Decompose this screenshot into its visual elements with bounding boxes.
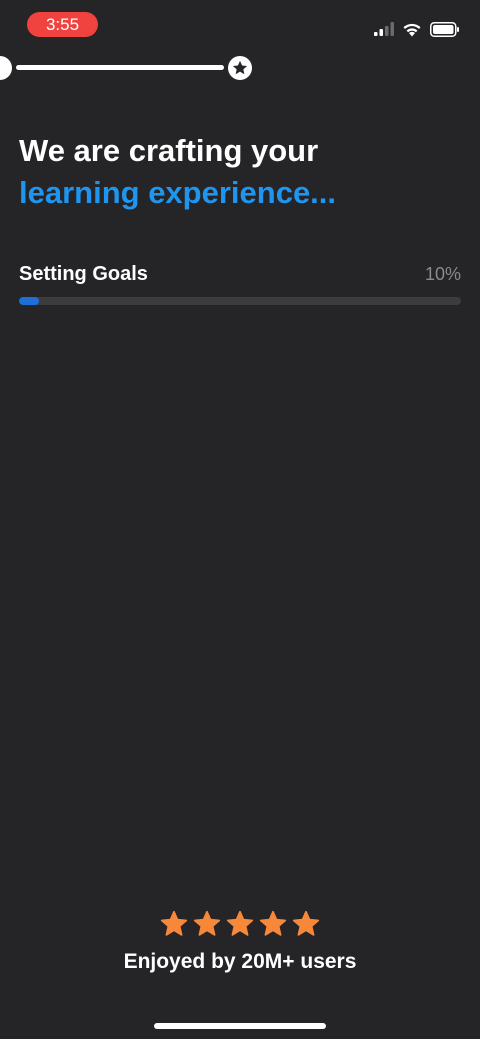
rating-text: Enjoyed by 20M+ users (123, 950, 357, 973)
track-line (16, 65, 224, 70)
star-icon (193, 910, 221, 936)
task-progress-bar (19, 297, 461, 305)
title-line-2-highlight: learning experience... (19, 175, 337, 210)
task-label: Setting Goals (19, 262, 148, 285)
onboarding-screen: 3:55 We are crafting your learning exper… (0, 0, 480, 1039)
status-icons (374, 20, 460, 38)
track-start-marker (0, 56, 12, 80)
star-icon (226, 910, 254, 936)
wifi-icon (403, 23, 421, 36)
star-icon (160, 910, 188, 936)
task-progress-fill (19, 297, 39, 305)
home-indicator[interactable] (154, 1023, 326, 1029)
title-line-1: We are crafting your (19, 133, 319, 168)
task-percent: 10% (424, 263, 461, 284)
cellular-signal-icon (374, 22, 394, 36)
rating-section: Enjoyed by 20M+ users (0, 910, 480, 974)
rating-stars (0, 910, 480, 940)
status-time: 3:55 (27, 12, 98, 37)
battery-icon (430, 21, 459, 37)
star-icon (292, 910, 320, 936)
task-progress-header: Setting Goals 10% (19, 262, 461, 286)
track-end-marker (228, 56, 252, 80)
star-icon (232, 60, 248, 75)
onboarding-progress-track (0, 56, 480, 80)
star-icon (259, 910, 287, 936)
page-title: We are crafting your learning experience… (19, 130, 459, 214)
status-bar: 3:55 (0, 0, 480, 50)
task-progress: Setting Goals 10% (19, 262, 461, 305)
